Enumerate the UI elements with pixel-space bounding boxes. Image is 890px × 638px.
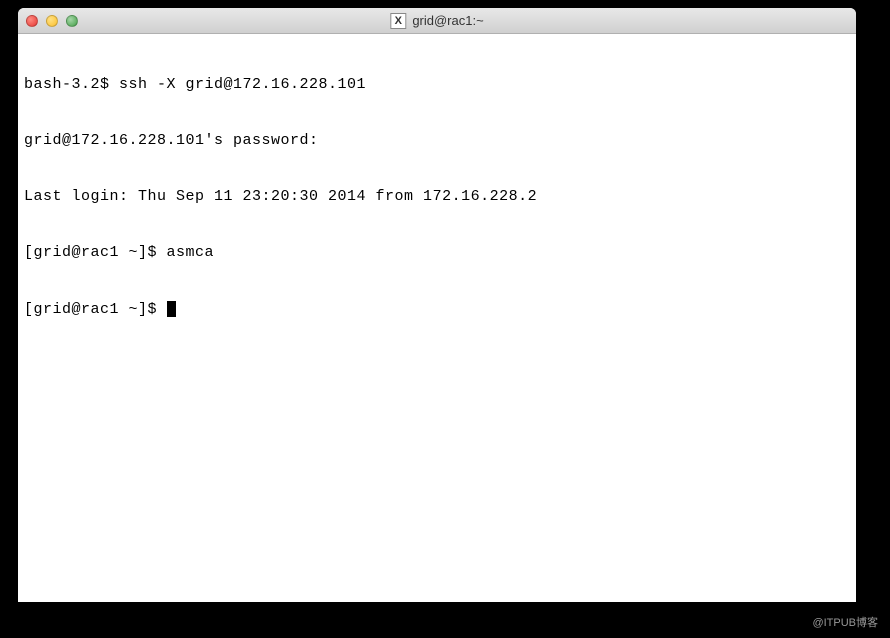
terminal-line: [grid@rac1 ~]$	[24, 301, 850, 320]
minimize-button[interactable]	[46, 15, 58, 27]
cursor	[167, 301, 176, 317]
terminal-line: Last login: Thu Sep 11 23:20:30 2014 fro…	[24, 188, 850, 207]
close-button[interactable]	[26, 15, 38, 27]
terminal-line: [grid@rac1 ~]$ asmca	[24, 244, 850, 263]
maximize-button[interactable]	[66, 15, 78, 27]
window-title: grid@rac1:~	[412, 13, 483, 28]
traffic-lights	[26, 15, 78, 27]
titlebar[interactable]: X grid@rac1:~	[18, 8, 856, 34]
terminal-content[interactable]: bash-3.2$ ssh -X grid@172.16.228.101 gri…	[18, 34, 856, 602]
watermark-text: @ITPUB博客	[812, 614, 878, 630]
terminal-window: X grid@rac1:~ bash-3.2$ ssh -X grid@172.…	[18, 8, 856, 602]
prompt-text: [grid@rac1 ~]$	[24, 301, 167, 318]
terminal-line: grid@172.16.228.101's password:	[24, 132, 850, 151]
x11-icon: X	[390, 13, 406, 29]
window-title-area: X grid@rac1:~	[390, 13, 483, 29]
terminal-line: bash-3.2$ ssh -X grid@172.16.228.101	[24, 76, 850, 95]
resize-handle-icon[interactable]	[840, 586, 854, 600]
